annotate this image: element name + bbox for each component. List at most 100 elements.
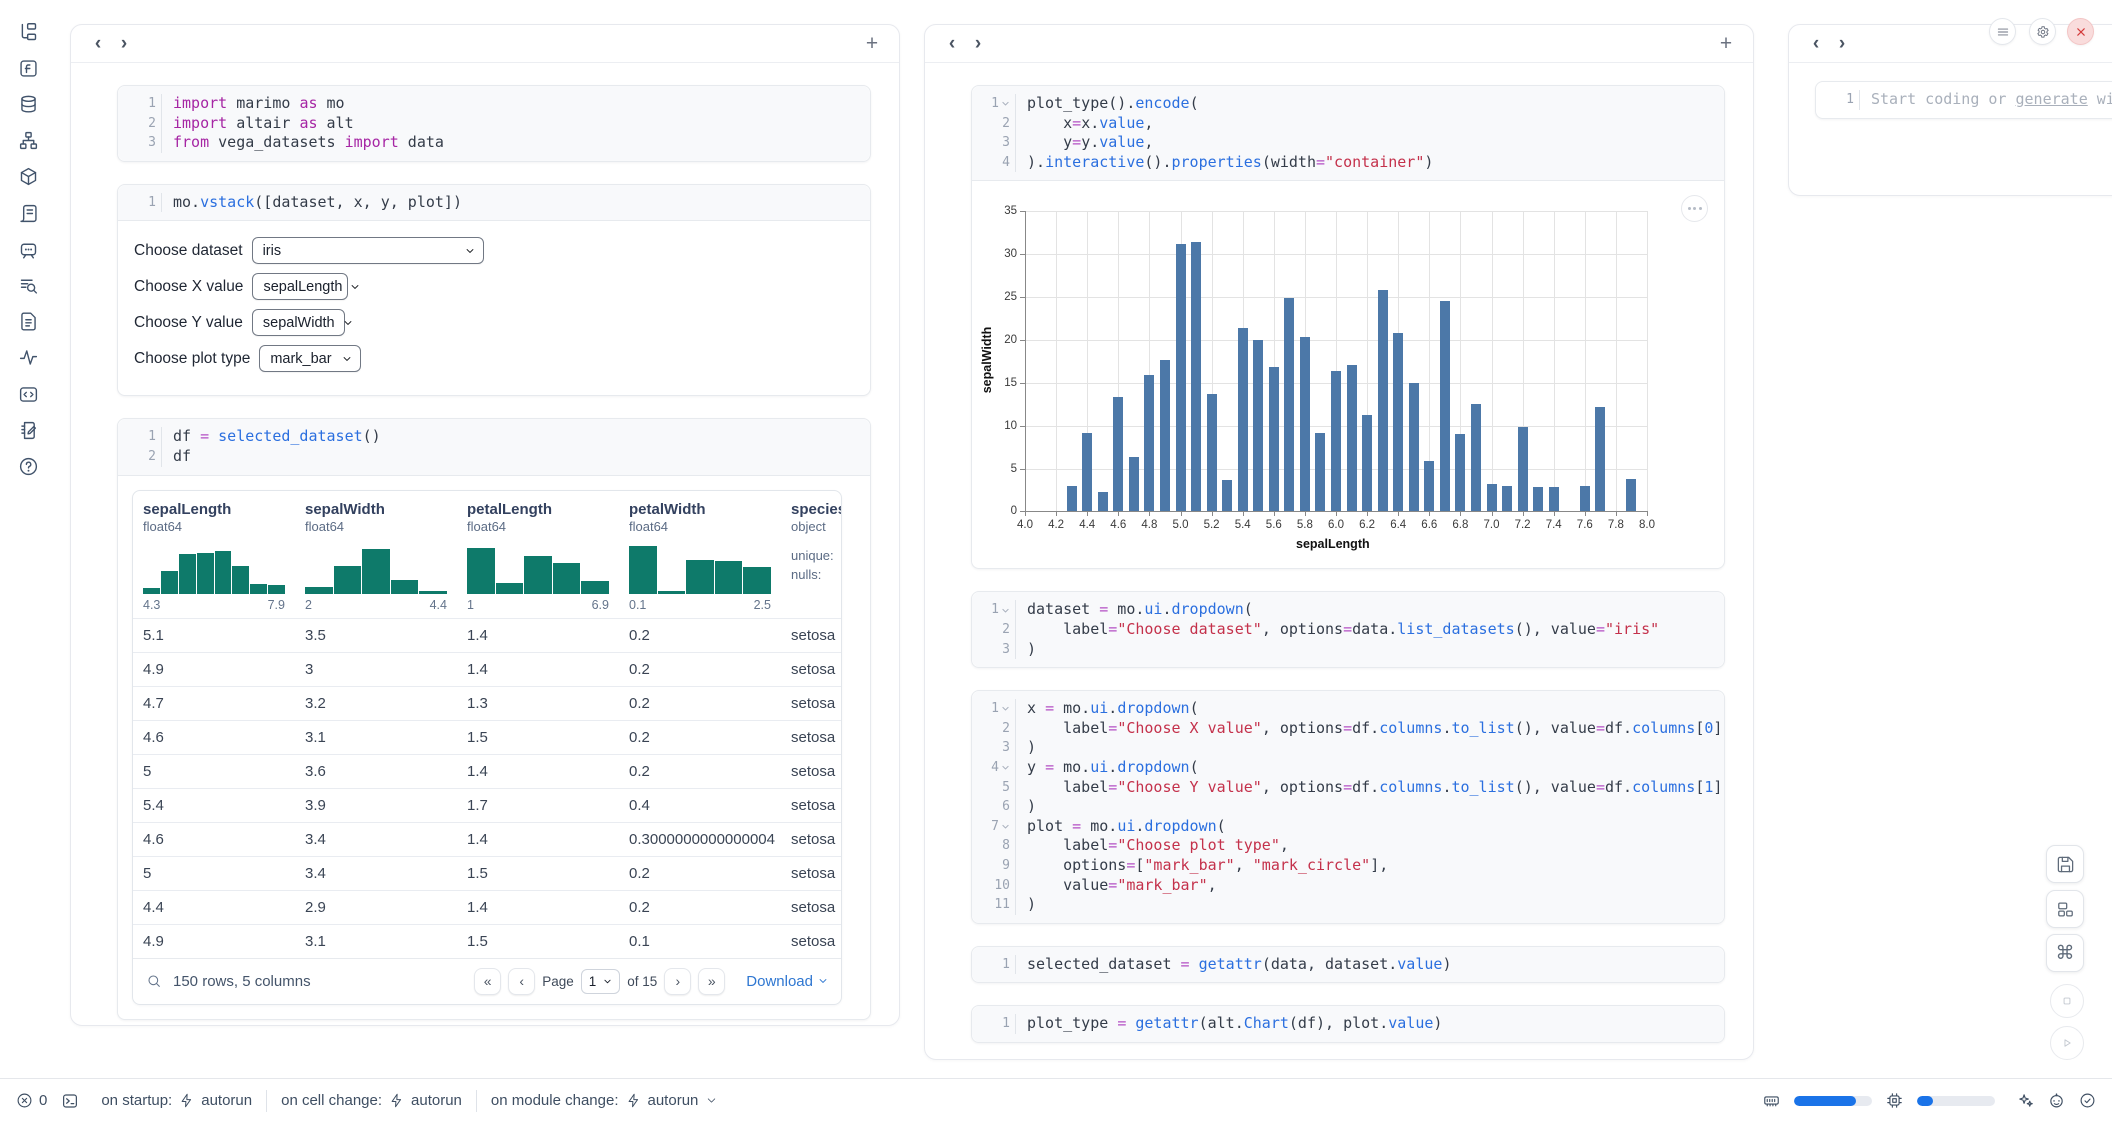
dropdown-row: Choose Y valuesepalWidth bbox=[134, 309, 854, 336]
chart-options-button[interactable] bbox=[1681, 195, 1708, 222]
table-cell: 0.2 bbox=[619, 721, 781, 754]
sidebar-scratchpad-icon[interactable] bbox=[13, 415, 43, 445]
menu-icon[interactable] bbox=[1989, 18, 2016, 45]
choose-y-value-select[interactable]: sepalWidth bbox=[252, 309, 345, 336]
code-text: x=x.value, bbox=[1027, 114, 1153, 134]
add-cell-button[interactable]: + bbox=[859, 31, 885, 57]
table-row[interactable]: 4.931.40.2setosa bbox=[133, 652, 841, 686]
column-header-petalLength[interactable]: petalLengthfloat6416.9 bbox=[457, 491, 619, 618]
cell-plot-editor[interactable]: 1plot_type().encode(2 x=x.value,3 y=y.va… bbox=[972, 86, 1724, 181]
layout-toggle-button[interactable] bbox=[2046, 890, 2084, 928]
search-icon[interactable] bbox=[146, 973, 162, 989]
keyboard-shortcuts-button[interactable]: ⌘ bbox=[2046, 934, 2084, 972]
download-button[interactable]: Download bbox=[746, 973, 828, 990]
table-cell: 3.1 bbox=[295, 721, 457, 754]
cell-xy-plot-dropdowns-editor[interactable]: 1x = mo.ui.dropdown(2 label="Choose X va… bbox=[972, 691, 1724, 923]
x-tick-label: 6.4 bbox=[1381, 519, 1415, 531]
fold-chevron-icon[interactable] bbox=[1001, 822, 1010, 831]
table-cell: 3.6 bbox=[295, 755, 457, 788]
column-header-sepalWidth[interactable]: sepalWidthfloat6424.4 bbox=[295, 491, 457, 618]
assistant-bot-icon[interactable] bbox=[2048, 1092, 2065, 1109]
first-page-button[interactable]: « bbox=[474, 968, 501, 995]
next-page-button[interactable]: › bbox=[664, 968, 691, 995]
fold-chevron-icon[interactable] bbox=[1001, 99, 1010, 108]
fold-chevron-icon[interactable] bbox=[1001, 606, 1010, 615]
scratch-editor[interactable]: 1Start coding or generate with AI bbox=[1816, 82, 2112, 118]
column-header-petalWidth[interactable]: petalWidthfloat640.12.5 bbox=[619, 491, 781, 618]
code-text: from vega_datasets import data bbox=[173, 133, 444, 153]
sidebar-tracing-icon[interactable] bbox=[13, 343, 43, 373]
sidebar-file-explorer-icon[interactable] bbox=[13, 17, 43, 47]
chart-bar bbox=[1176, 244, 1186, 511]
error-indicator[interactable]: 0 bbox=[16, 1092, 47, 1109]
sidebar-dependency-graph-icon[interactable] bbox=[13, 126, 43, 156]
panel-forward-button[interactable]: › bbox=[1829, 31, 1855, 57]
table-row[interactable]: 53.61.40.2setosa bbox=[133, 754, 841, 788]
sidebar-snippets-icon[interactable] bbox=[13, 379, 43, 409]
runtime-config-item[interactable]: on cell change:autorun bbox=[267, 1092, 476, 1109]
terminal-icon[interactable] bbox=[61, 1092, 79, 1110]
chevron-down-icon bbox=[705, 1094, 718, 1107]
cell-vstack-editor[interactable]: 1mo.vstack([dataset, x, y, plot]) bbox=[118, 185, 870, 222]
settings-gear-icon[interactable] bbox=[2029, 18, 2056, 45]
code-text: ) bbox=[1027, 797, 1036, 817]
sidebar-ai-chat-icon[interactable] bbox=[13, 234, 43, 264]
panel-forward-button[interactable]: › bbox=[965, 31, 991, 57]
choose-plot-type-select[interactable]: mark_bar bbox=[259, 345, 361, 372]
panel-back-button[interactable]: ‹ bbox=[1803, 31, 1829, 57]
column-header-species[interactable]: speciesobjectunique:nulls: bbox=[781, 491, 841, 618]
run-all-button[interactable] bbox=[2050, 1026, 2084, 1060]
runtime-config-item[interactable]: on startup:autorun bbox=[87, 1092, 266, 1109]
runtime-config-item[interactable]: on module change:autorun bbox=[477, 1092, 732, 1109]
save-button[interactable] bbox=[2046, 845, 2084, 883]
cell-df-editor[interactable]: 1df = selected_dataset()2df bbox=[118, 419, 870, 475]
table-row[interactable]: 4.63.11.50.2setosa bbox=[133, 720, 841, 754]
column-header-sepalLength[interactable]: sepalLengthfloat644.37.9 bbox=[133, 491, 295, 618]
close-icon[interactable] bbox=[2067, 18, 2094, 45]
table-row[interactable]: 5.43.91.70.4setosa bbox=[133, 788, 841, 822]
altair-bar-chart: 4.04.24.44.64.85.05.25.45.65.86.06.26.46… bbox=[972, 181, 1724, 568]
sidebar-log-search-icon[interactable] bbox=[13, 270, 43, 300]
table-row[interactable]: 53.41.50.2setosa bbox=[133, 856, 841, 890]
cell-plot-type-editor[interactable]: 1plot_type = getattr(alt.Chart(df), plot… bbox=[972, 1006, 1724, 1042]
page-total-label: of 15 bbox=[627, 974, 657, 989]
table-cell: setosa bbox=[781, 925, 841, 958]
table-row[interactable]: 4.42.91.40.2setosa bbox=[133, 890, 841, 924]
stop-button[interactable] bbox=[2050, 984, 2084, 1018]
cell-selected-dataset-editor[interactable]: 1selected_dataset = getattr(data, datase… bbox=[972, 947, 1724, 983]
sidebar-data-sources-icon[interactable] bbox=[13, 89, 43, 119]
fold-chevron-icon[interactable] bbox=[1001, 763, 1010, 772]
sidebar-logs-icon[interactable] bbox=[13, 198, 43, 228]
line-number: 2 bbox=[978, 620, 1016, 640]
cell-dataset-dropdown-editor[interactable]: 1dataset = mo.ui.dropdown(2 label="Choos… bbox=[972, 592, 1724, 667]
sidebar-help-icon[interactable] bbox=[13, 451, 43, 481]
add-cell-button[interactable]: + bbox=[1713, 31, 1739, 57]
fold-chevron-icon[interactable] bbox=[1001, 704, 1010, 713]
table-row[interactable]: 4.93.11.50.1setosa bbox=[133, 924, 841, 958]
x-tick-label: 5.0 bbox=[1164, 519, 1198, 531]
choose-x-value-select[interactable]: sepalLength bbox=[252, 273, 348, 300]
table-row[interactable]: 5.13.51.40.2setosa bbox=[133, 618, 841, 652]
page-select[interactable]: 1 bbox=[581, 969, 621, 994]
panel-back-button[interactable]: ‹ bbox=[85, 31, 111, 57]
sidebar-documentation-icon[interactable] bbox=[13, 307, 43, 337]
table-cell: 3.4 bbox=[295, 857, 457, 890]
chart-bar bbox=[1487, 484, 1497, 511]
table-row[interactable]: 4.73.21.30.2setosa bbox=[133, 686, 841, 720]
panel-back-button[interactable]: ‹ bbox=[939, 31, 965, 57]
line-number: 1 bbox=[124, 427, 162, 447]
table-row[interactable]: 4.63.41.40.3000000000000004setosa bbox=[133, 822, 841, 856]
sidebar-variables-icon[interactable] bbox=[13, 53, 43, 83]
ai-sparkles-icon[interactable] bbox=[2017, 1092, 2034, 1109]
sidebar-packages-icon[interactable] bbox=[13, 162, 43, 192]
choose-dataset-select[interactable]: iris bbox=[252, 237, 484, 264]
last-page-button[interactable]: » bbox=[698, 968, 725, 995]
config-label: on cell change: bbox=[281, 1092, 382, 1109]
panel-forward-button[interactable]: › bbox=[111, 31, 137, 57]
table-cell: setosa bbox=[781, 721, 841, 754]
code-text: df bbox=[173, 447, 191, 467]
prev-page-button[interactable]: ‹ bbox=[508, 968, 535, 995]
config-label: on startup: bbox=[101, 1092, 172, 1109]
line-number: 3 bbox=[978, 640, 1016, 660]
cell-imports-editor[interactable]: 1import marimo as mo2import altair as al… bbox=[118, 86, 870, 161]
